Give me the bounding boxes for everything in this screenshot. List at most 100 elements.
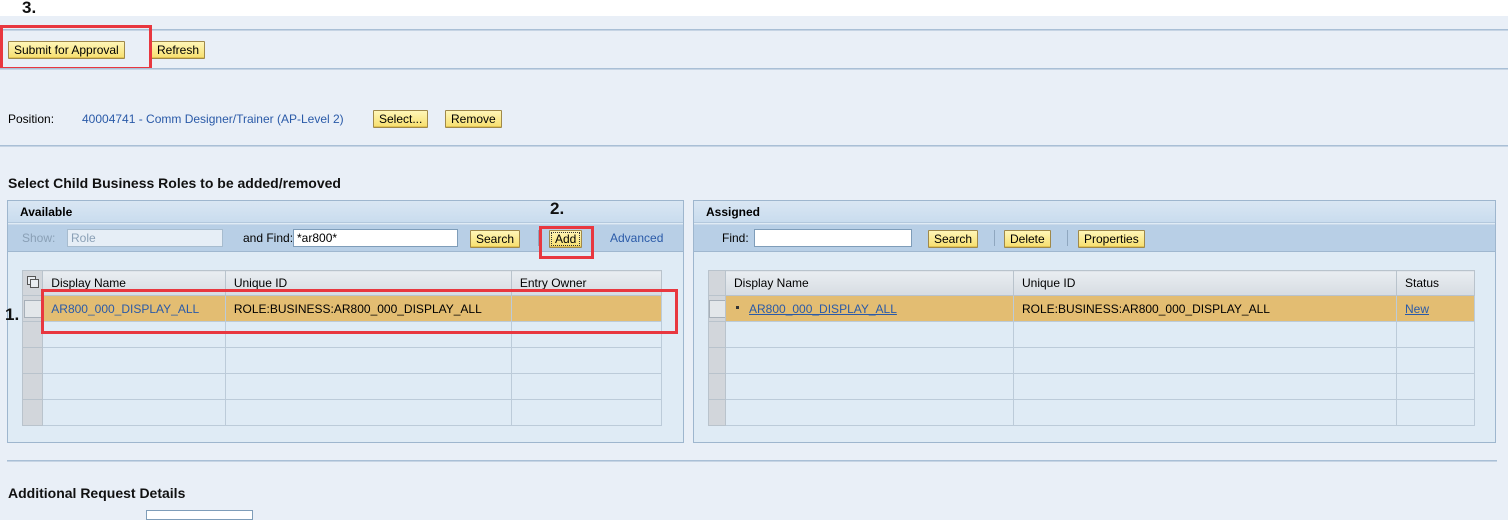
empty-cell	[725, 373, 1014, 400]
available-toolbar: Show: and Find: Search Add Advanced	[8, 224, 683, 252]
empty-cell	[42, 321, 226, 348]
toolbar-separator	[538, 230, 539, 246]
additional-request-details-title: Additional Request Details	[8, 485, 186, 501]
empty-cell	[510, 321, 663, 348]
row-selector[interactable]	[708, 373, 726, 400]
assigned-panel-header: Assigned	[694, 201, 1495, 223]
toolbar-separator	[1067, 230, 1068, 246]
empty-cell	[725, 347, 1014, 374]
table-header-row: Display Name Unique ID Status	[708, 270, 1475, 296]
empty-cell	[42, 373, 226, 400]
row-selector[interactable]	[21, 399, 44, 426]
divider	[7, 460, 1497, 462]
step-1-annotation: 1.	[5, 305, 20, 324]
empty-cell	[224, 347, 512, 374]
empty-cell	[1396, 399, 1475, 426]
available-panel-header: Available	[8, 201, 683, 223]
select-all-header[interactable]	[21, 270, 44, 296]
step-3-annotation: 3.	[22, 0, 37, 17]
empty-cell	[42, 399, 226, 426]
empty-cell	[510, 347, 663, 374]
cell-display-name: AR800_000_DISPLAY_ALL	[725, 295, 1014, 322]
submit-for-approval-button[interactable]: Submit for Approval	[8, 41, 125, 59]
empty-cell	[725, 399, 1014, 426]
remove-position-button[interactable]: Remove	[445, 110, 502, 128]
show-label: Show:	[22, 231, 56, 245]
cell-unique-id: ROLE:BUSINESS:AR800_000_DISPLAY_ALL	[1013, 295, 1397, 322]
cell-display-name[interactable]: AR800_000_DISPLAY_ALL	[42, 295, 226, 322]
show-field[interactable]	[67, 229, 223, 247]
empty-cell	[1013, 399, 1397, 426]
table-row[interactable]	[21, 399, 663, 426]
assigned-table: Display Name Unique ID Status AR800_000_…	[708, 270, 1475, 426]
row-selector[interactable]	[21, 347, 44, 374]
column-header-unique-id[interactable]: Unique ID	[1013, 270, 1397, 296]
empty-cell	[224, 321, 512, 348]
available-search-button[interactable]: Search	[470, 230, 521, 248]
empty-cell	[510, 399, 663, 426]
empty-cell	[224, 373, 512, 400]
find-label: and Find:	[243, 231, 294, 245]
display-name-link[interactable]: AR800_000_DISPLAY_ALL	[749, 302, 897, 316]
available-panel: Available Show: and Find: Search Add Adv…	[7, 200, 684, 443]
column-header-display-name[interactable]: Display Name	[42, 270, 226, 296]
empty-cell	[42, 347, 226, 374]
available-find-input[interactable]	[293, 229, 458, 247]
column-header-status[interactable]: Status	[1396, 270, 1475, 296]
top-strip	[0, 0, 1508, 16]
delete-button[interactable]: Delete	[1004, 230, 1051, 248]
empty-cell	[224, 399, 512, 426]
column-header-display-name[interactable]: Display Name	[725, 270, 1014, 296]
available-table: Display Name Unique ID Entry Owner AR800…	[21, 270, 663, 426]
add-button[interactable]: Add	[549, 230, 583, 248]
table-row[interactable]	[21, 321, 663, 348]
table-row[interactable]	[708, 321, 1475, 348]
row-selector[interactable]	[708, 347, 726, 374]
row-selector[interactable]	[21, 373, 44, 400]
table-row[interactable]: AR800_000_DISPLAY_ALL ROLE:BUSINESS:AR80…	[21, 295, 663, 322]
empty-cell	[1396, 321, 1475, 348]
section-title: Select Child Business Roles to be added/…	[8, 175, 341, 191]
position-label: Position:	[8, 112, 55, 126]
table-row[interactable]	[21, 347, 663, 374]
status-link[interactable]: New	[1405, 302, 1429, 316]
additional-details-field[interactable]	[146, 510, 253, 520]
assigned-find-label: Find:	[722, 231, 749, 245]
row-selector[interactable]	[708, 295, 726, 322]
row-selector[interactable]	[21, 295, 44, 322]
column-header-unique-id[interactable]: Unique ID	[224, 270, 512, 296]
row-selector[interactable]	[21, 321, 44, 348]
table-row[interactable]	[708, 347, 1475, 374]
divider	[0, 29, 1508, 31]
table-header-row: Display Name Unique ID Entry Owner	[21, 270, 663, 296]
multi-select-icon	[27, 275, 39, 288]
position-value-link[interactable]: 40004741 - Comm Designer/Trainer (AP-Lev…	[82, 112, 344, 126]
empty-cell	[1396, 347, 1475, 374]
select-all-header[interactable]	[708, 270, 726, 296]
row-selector-box	[709, 299, 725, 318]
select-position-button[interactable]: Select...	[373, 110, 429, 128]
assigned-find-input[interactable]	[754, 229, 912, 247]
assigned-panel: Assigned Find: Search Delete Properties …	[693, 200, 1496, 443]
table-row[interactable]	[708, 373, 1475, 400]
empty-cell	[1013, 321, 1397, 348]
empty-cell	[510, 373, 663, 400]
table-row[interactable]: AR800_000_DISPLAY_ALL ROLE:BUSINESS:AR80…	[708, 295, 1475, 322]
properties-button[interactable]: Properties	[1078, 230, 1145, 248]
assigned-search-button[interactable]: Search	[928, 230, 979, 248]
empty-cell	[1013, 373, 1397, 400]
advanced-link[interactable]: Advanced	[610, 231, 663, 245]
refresh-button[interactable]: Refresh	[151, 41, 206, 59]
table-row[interactable]	[708, 399, 1475, 426]
cell-status: New	[1396, 295, 1475, 322]
cell-entry-owner	[510, 295, 663, 322]
toolbar-separator	[994, 230, 995, 246]
row-selector-box	[23, 299, 42, 318]
row-selector[interactable]	[708, 321, 726, 348]
table-row[interactable]	[21, 373, 663, 400]
row-selector[interactable]	[708, 399, 726, 426]
empty-cell	[1013, 347, 1397, 374]
cell-unique-id: ROLE:BUSINESS:AR800_000_DISPLAY_ALL	[224, 295, 512, 322]
column-header-entry-owner[interactable]: Entry Owner	[510, 270, 663, 296]
assigned-toolbar: Find: Search Delete Properties	[694, 224, 1495, 252]
